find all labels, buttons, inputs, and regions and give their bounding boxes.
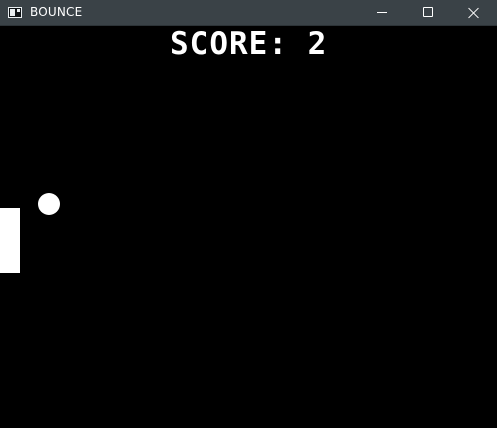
game-canvas[interactable]: SCORE: 2 bbox=[0, 26, 497, 428]
minimize-button[interactable] bbox=[359, 0, 405, 26]
minimize-icon bbox=[377, 12, 387, 13]
close-icon bbox=[468, 7, 480, 19]
window-title: BOUNCE bbox=[30, 5, 83, 19]
maximize-icon bbox=[423, 7, 433, 17]
score-display: SCORE: 2 bbox=[170, 26, 328, 62]
left-paddle bbox=[0, 208, 20, 273]
window-titlebar[interactable]: BOUNCE bbox=[0, 0, 497, 26]
title-area: BOUNCE bbox=[8, 5, 82, 19]
window-controls bbox=[359, 0, 497, 26]
game-window: BOUNCE SCORE: 2 bbox=[0, 0, 497, 428]
close-button[interactable] bbox=[451, 0, 497, 26]
ball bbox=[38, 193, 60, 215]
maximize-button[interactable] bbox=[405, 0, 451, 26]
window-app-icon bbox=[8, 6, 22, 18]
